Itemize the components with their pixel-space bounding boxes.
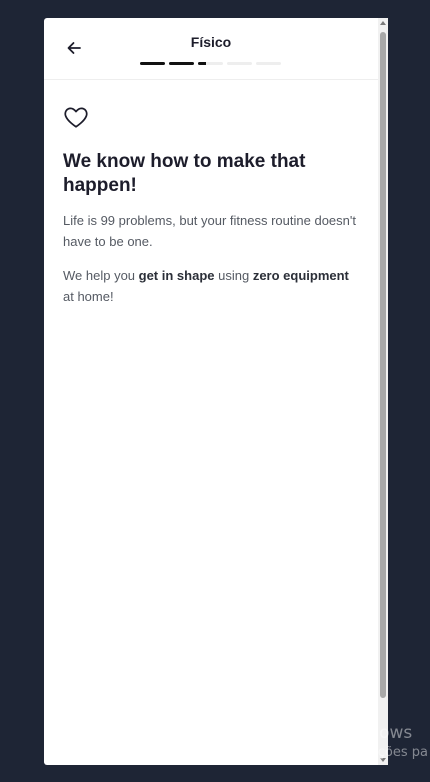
main-heading: We know how to make that happen! [63,151,306,196]
header: Físico [44,18,378,80]
progress-step-2 [169,62,194,65]
progress-step-fill [198,62,206,65]
text-segment: using [214,268,253,283]
text-segment: at home! [63,289,114,304]
watermark-subtitle: Acesse Configurações pa [265,745,428,760]
progress-step-fill [140,62,165,65]
value-proposition-paragraph: We help you get in shape using zero equi… [63,265,363,307]
description-paragraph: Life is 99 problems, but your fitness ro… [63,213,356,249]
progress-step-4 [227,62,252,65]
progress-step-1 [140,62,165,65]
emphasis-get-in-shape: get in shape [138,268,215,283]
scrollbar[interactable] [378,18,388,765]
scrollbar-thumb[interactable] [380,32,386,698]
text-segment: We help you [63,268,139,283]
heart-outline-icon [64,107,88,128]
scroll-up-arrow-icon[interactable] [380,21,386,25]
progress-step-3 [198,62,223,65]
windows-activation-watermark: Ativar o Windows Acesse Configurações pa [265,722,428,762]
progress-stepper [140,62,283,65]
progress-step-5 [256,62,281,65]
progress-step-fill [169,62,194,65]
page-title: Físico [190,34,232,50]
emphasis-zero-equipment: zero equipment [252,268,349,283]
onboarding-card: Físico We know how to make that happen! … [44,18,388,765]
main-content: We know how to make that happen! Life is… [63,104,363,307]
watermark-title: Ativar o Windows [265,723,413,743]
